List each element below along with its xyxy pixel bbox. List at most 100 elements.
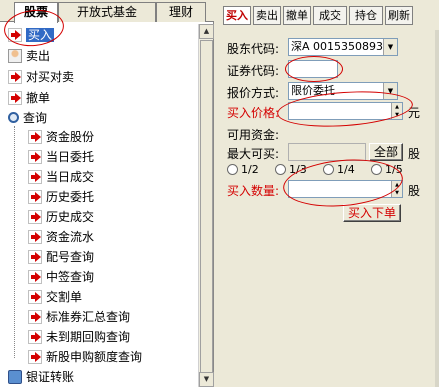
tree-item-label: 标准券汇总查询 <box>46 310 131 324</box>
scroll-down-icon[interactable]: ▼ <box>199 372 214 387</box>
tab-sell[interactable]: 卖出 <box>253 6 281 25</box>
tab-trades[interactable]: 成交 <box>313 6 347 25</box>
tree-item-label: 交割单 <box>46 290 83 304</box>
buy-quantity-input[interactable]: ▲ ▼ <box>288 180 403 198</box>
tree-item-allotment-query[interactable]: 配号查询 <box>28 248 94 267</box>
ratio-label: 1/2 <box>241 163 259 176</box>
security-code-label: 证券代码: <box>227 64 280 78</box>
max-buy-label: 最大可买: <box>227 147 280 161</box>
tree-scrollbar[interactable]: ▲ ▼ <box>198 24 214 387</box>
tree-item-label: 对买对卖 <box>26 70 75 84</box>
radio-circle[interactable] <box>275 163 286 175</box>
category-tabs: 股票 开放式基金 理财 <box>0 0 214 23</box>
tree-item-label: 中签查询 <box>46 270 95 284</box>
tree-item-history-orders[interactable]: 历史委托 <box>28 188 94 207</box>
scroll-up-icon[interactable]: ▲ <box>199 24 214 39</box>
price-type-select[interactable]: 限价委托 ▼ <box>288 82 398 100</box>
tree-item-label: 新股申购额度查询 <box>46 350 143 364</box>
account-select[interactable]: 深A 0015350893 ▼ <box>288 38 398 56</box>
arrow-icon <box>28 329 42 344</box>
buy-quantity-label: 买入数量: <box>227 184 280 198</box>
arrow-icon <box>28 309 42 324</box>
tab-wealth-management[interactable]: 理财 <box>156 2 206 22</box>
tree-item-buy[interactable]: 买入 <box>8 26 55 45</box>
ratio-radio-quarter[interactable]: 1/4 <box>323 163 355 177</box>
price-unit: 元 <box>408 106 421 120</box>
tab-stocks[interactable]: 股票 <box>14 2 58 23</box>
tree-item-bank-transfer[interactable]: 银证转账 <box>8 368 74 387</box>
arrow-icon <box>28 229 42 244</box>
buy-price-input[interactable]: ▲ ▼ <box>288 102 403 120</box>
spin-up-icon[interactable]: ▲ <box>392 181 402 189</box>
tree-connector <box>14 126 15 358</box>
tree-item-fund-flow[interactable]: 资金流水 <box>28 228 94 247</box>
tree-item-history-trades[interactable]: 历史成交 <box>28 208 94 227</box>
arrow-icon <box>8 90 22 105</box>
arrow-icon <box>28 249 42 264</box>
ratio-radio-half[interactable]: 1/2 <box>227 163 259 177</box>
security-code-input[interactable] <box>288 60 338 78</box>
scroll-thumb[interactable] <box>200 40 213 380</box>
tree-item-today-orders[interactable]: 当日委托 <box>28 148 94 167</box>
tree-item-delivery-note[interactable]: 交割单 <box>28 288 82 307</box>
tree-item-label: 查询 <box>23 111 48 125</box>
tree-item-standard-bond-summary[interactable]: 标准券汇总查询 <box>28 308 130 327</box>
arrow-icon <box>28 209 42 224</box>
magnifier-icon <box>8 112 19 123</box>
tree-item-label: 当日成交 <box>46 170 95 184</box>
tree-item-label: 历史成交 <box>46 210 95 224</box>
tree-item-today-trades[interactable]: 当日成交 <box>28 168 94 187</box>
tree-item-label: 撤单 <box>26 91 51 105</box>
ratio-radio-third[interactable]: 1/3 <box>275 163 307 177</box>
account-label: 股东代码: <box>227 42 280 56</box>
arrow-icon <box>28 289 42 304</box>
arrow-icon <box>28 169 42 184</box>
tree-item-label: 资金股份 <box>46 130 95 144</box>
chevron-down-icon[interactable]: ▼ <box>383 39 397 55</box>
price-type-label: 报价方式: <box>227 86 280 100</box>
tree-item-cancel-order[interactable]: 撤单 <box>8 89 50 108</box>
tab-refresh[interactable]: 刷新 <box>385 6 413 25</box>
tree-item-sell[interactable]: 卖出 <box>8 47 50 66</box>
arrow-icon <box>8 69 22 84</box>
tree-item-lottery-query[interactable]: 中签查询 <box>28 268 94 287</box>
tab-positions[interactable]: 持仓 <box>349 6 383 25</box>
radio-circle[interactable] <box>371 163 382 175</box>
buy-icon <box>8 27 22 42</box>
tree-item-open-repo-query[interactable]: 未到期回购查询 <box>28 328 130 347</box>
ratio-radio-fifth[interactable]: 1/5 <box>371 163 403 177</box>
spin-down-icon[interactable]: ▼ <box>392 189 402 197</box>
tree-item-label: 卖出 <box>26 49 51 63</box>
tree-item-label: 当日委托 <box>46 150 95 164</box>
radio-circle[interactable] <box>227 163 238 175</box>
tree-item-cross-trade[interactable]: 对买对卖 <box>8 68 74 87</box>
price-spinner[interactable]: ▲ ▼ <box>391 103 402 119</box>
tree-item-label: 银证转账 <box>26 370 75 384</box>
quantity-spinner[interactable]: ▲ ▼ <box>391 181 402 197</box>
arrow-icon <box>28 149 42 164</box>
buy-order-button[interactable]: 买入下单 <box>343 204 401 222</box>
panel-edge <box>435 30 439 387</box>
buy-price-label: 买入价格: <box>227 106 280 120</box>
price-type-value: 限价委托 <box>291 84 335 97</box>
spin-up-icon[interactable]: ▲ <box>392 103 402 111</box>
tree-item-label: 资金流水 <box>46 230 95 244</box>
tab-open-end-funds[interactable]: 开放式基金 <box>58 2 156 22</box>
tree-item-label: 历史委托 <box>46 190 95 204</box>
tree-item-funds-holdings[interactable]: 资金股份 <box>28 128 94 147</box>
order-panel: 买入 卖出 撤单 成交 持仓 刷新 股东代码: 深A 0015350893 ▼ … <box>219 0 439 387</box>
radio-circle[interactable] <box>323 163 334 175</box>
account-value: 深A 0015350893 <box>291 40 384 53</box>
all-button[interactable]: 全部 <box>369 143 403 161</box>
spin-down-icon[interactable]: ▼ <box>392 111 402 119</box>
tree-item-label: 未到期回购查询 <box>46 330 131 344</box>
tab-buy[interactable]: 买入 <box>223 6 251 25</box>
tab-cancel[interactable]: 撤单 <box>283 6 311 25</box>
arrow-icon <box>28 269 42 284</box>
tree-item-ipo-quota-query[interactable]: 新股申购额度查询 <box>28 348 142 367</box>
arrow-icon <box>28 349 42 364</box>
tree-item-query[interactable]: 查询 <box>8 109 47 128</box>
max-buy-unit: 股 <box>408 147 421 161</box>
ratio-label: 1/3 <box>289 163 307 176</box>
chevron-down-icon[interactable]: ▼ <box>383 83 397 99</box>
